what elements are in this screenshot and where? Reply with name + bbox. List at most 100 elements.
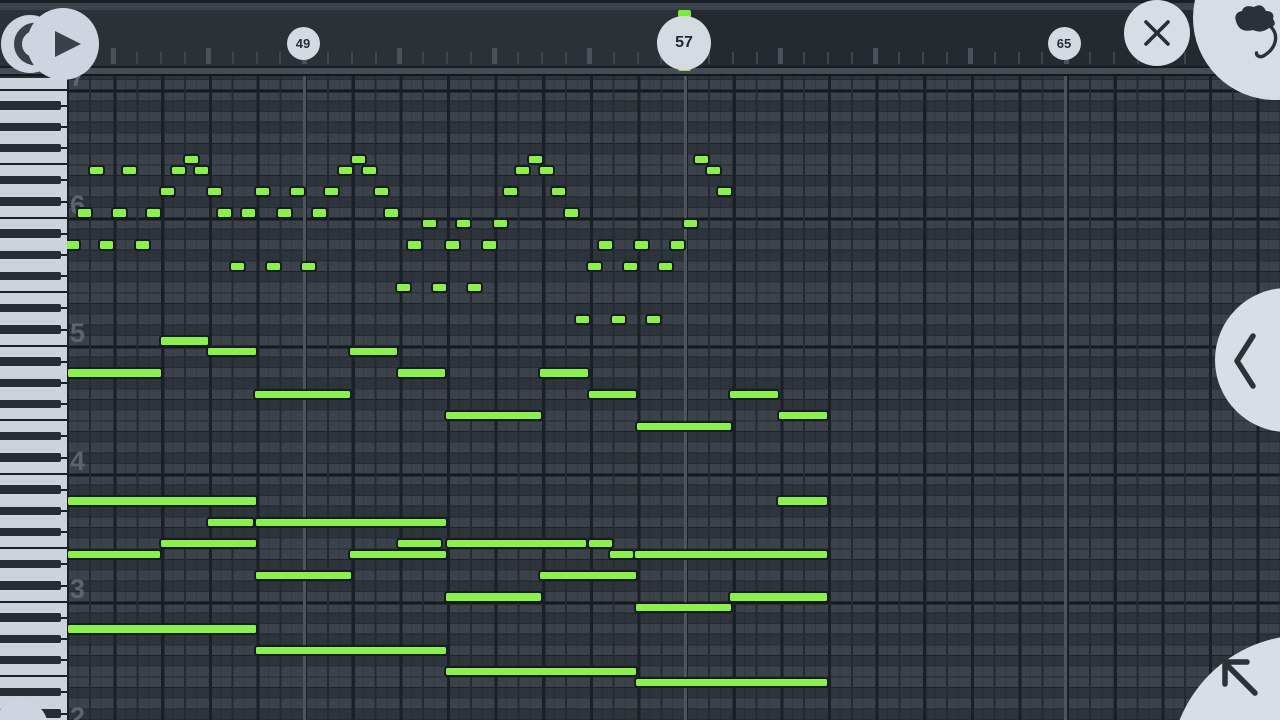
timeline-ruler[interactable]: 4965 — [0, 0, 1280, 76]
midi-note-D6[interactable] — [504, 188, 517, 195]
midi-note-A5[interactable] — [100, 241, 113, 248]
midi-note-B2[interactable] — [636, 604, 731, 611]
midi-note-F5[interactable] — [433, 284, 446, 291]
midi-note-C6[interactable] — [218, 209, 231, 216]
midi-note-C3[interactable] — [446, 593, 541, 600]
midi-note-B4[interactable] — [350, 348, 397, 355]
midi-note-E3[interactable] — [68, 551, 160, 558]
black-key[interactable] — [0, 325, 61, 333]
midi-note-A4[interactable] — [68, 369, 161, 376]
midi-note-F3[interactable] — [447, 540, 586, 547]
midi-note-E6[interactable] — [339, 167, 352, 174]
midi-note-F6[interactable] — [185, 156, 198, 163]
midi-note-F2[interactable] — [446, 668, 636, 675]
black-key[interactable] — [0, 357, 61, 365]
midi-note-A3[interactable] — [778, 497, 827, 504]
midi-note-F6[interactable] — [695, 156, 708, 163]
black-key[interactable] — [0, 144, 61, 152]
black-key[interactable] — [0, 304, 61, 312]
midi-note-C6[interactable] — [385, 209, 398, 216]
black-key[interactable] — [0, 453, 61, 461]
midi-note-A3[interactable] — [68, 497, 256, 504]
midi-note-E2[interactable] — [636, 679, 827, 686]
midi-note-F3[interactable] — [161, 540, 256, 547]
midi-note-C6[interactable] — [278, 209, 291, 216]
midi-note-D6[interactable] — [208, 188, 221, 195]
midi-note-D5[interactable] — [647, 316, 660, 323]
black-key[interactable] — [0, 229, 61, 237]
midi-note-E6[interactable] — [90, 167, 103, 174]
midi-note-D3[interactable] — [256, 572, 351, 579]
midi-note-G5[interactable] — [267, 263, 280, 270]
black-key[interactable] — [0, 507, 61, 515]
black-key[interactable] — [0, 272, 61, 280]
midi-note-C6[interactable] — [313, 209, 326, 216]
black-key[interactable] — [0, 485, 61, 493]
black-key[interactable] — [0, 613, 61, 621]
black-key[interactable] — [0, 560, 61, 568]
midi-note-C6[interactable] — [78, 209, 91, 216]
midi-note-A5[interactable] — [408, 241, 421, 248]
midi-note-D3[interactable] — [540, 572, 636, 579]
midi-note-B5[interactable] — [423, 220, 436, 227]
black-key[interactable] — [0, 635, 61, 643]
midi-note-E3[interactable] — [635, 551, 827, 558]
midi-note-D6[interactable] — [325, 188, 338, 195]
midi-note-G4[interactable] — [730, 391, 778, 398]
piano-roll-grid[interactable]: 765432 — [66, 76, 1280, 720]
midi-note-B4[interactable] — [208, 348, 256, 355]
black-key[interactable] — [0, 101, 61, 109]
midi-note-C6[interactable] — [242, 209, 255, 216]
midi-note-E6[interactable] — [516, 167, 529, 174]
midi-note-B5[interactable] — [457, 220, 470, 227]
midi-note-G4[interactable] — [589, 391, 636, 398]
midi-note-E6[interactable] — [123, 167, 136, 174]
midi-note-G2[interactable] — [256, 647, 446, 654]
midi-note-A5[interactable] — [599, 241, 612, 248]
midi-note-E6[interactable] — [540, 167, 553, 174]
midi-note-G5[interactable] — [302, 263, 315, 270]
midi-note-F6[interactable] — [352, 156, 365, 163]
midi-note-A5[interactable] — [671, 241, 684, 248]
black-key[interactable] — [0, 432, 61, 440]
midi-note-B5[interactable] — [684, 220, 697, 227]
midi-note-E6[interactable] — [172, 167, 185, 174]
midi-note-D5[interactable] — [576, 316, 589, 323]
midi-note-G5[interactable] — [231, 263, 244, 270]
midi-note-D6[interactable] — [552, 188, 565, 195]
midi-note-A4[interactable] — [398, 369, 445, 376]
black-key[interactable] — [0, 688, 61, 696]
black-key[interactable] — [0, 400, 61, 408]
midi-note-E3[interactable] — [610, 551, 633, 558]
midi-note-C6[interactable] — [565, 209, 578, 216]
midi-note-A5[interactable] — [66, 241, 79, 248]
midi-note-F3[interactable] — [589, 540, 612, 547]
play-button[interactable] — [27, 8, 99, 80]
midi-note-F4[interactable] — [779, 412, 827, 419]
midi-note-G5[interactable] — [588, 263, 601, 270]
midi-note-G5[interactable] — [659, 263, 672, 270]
piano-keyboard[interactable] — [0, 76, 67, 720]
midi-note-A5[interactable] — [483, 241, 496, 248]
close-button[interactable] — [1124, 0, 1190, 66]
black-key[interactable] — [0, 656, 61, 664]
midi-note-D6[interactable] — [291, 188, 304, 195]
midi-note-G4[interactable] — [255, 391, 350, 398]
midi-note-G3[interactable] — [256, 519, 446, 526]
midi-note-C6[interactable] — [113, 209, 126, 216]
black-key[interactable] — [0, 176, 61, 184]
black-key[interactable] — [0, 251, 61, 259]
midi-note-C3[interactable] — [730, 593, 827, 600]
midi-note-B5[interactable] — [494, 220, 507, 227]
midi-note-E3[interactable] — [350, 551, 446, 558]
midi-note-D6[interactable] — [161, 188, 174, 195]
midi-note-C6[interactable] — [147, 209, 160, 216]
midi-note-D5[interactable] — [612, 316, 625, 323]
midi-note-F5[interactable] — [397, 284, 410, 291]
midi-note-D6[interactable] — [256, 188, 269, 195]
midi-note-C5[interactable] — [161, 337, 208, 344]
midi-note-F6[interactable] — [529, 156, 542, 163]
black-key[interactable] — [0, 581, 61, 589]
midi-note-A4[interactable] — [540, 369, 588, 376]
black-key[interactable] — [0, 528, 61, 536]
